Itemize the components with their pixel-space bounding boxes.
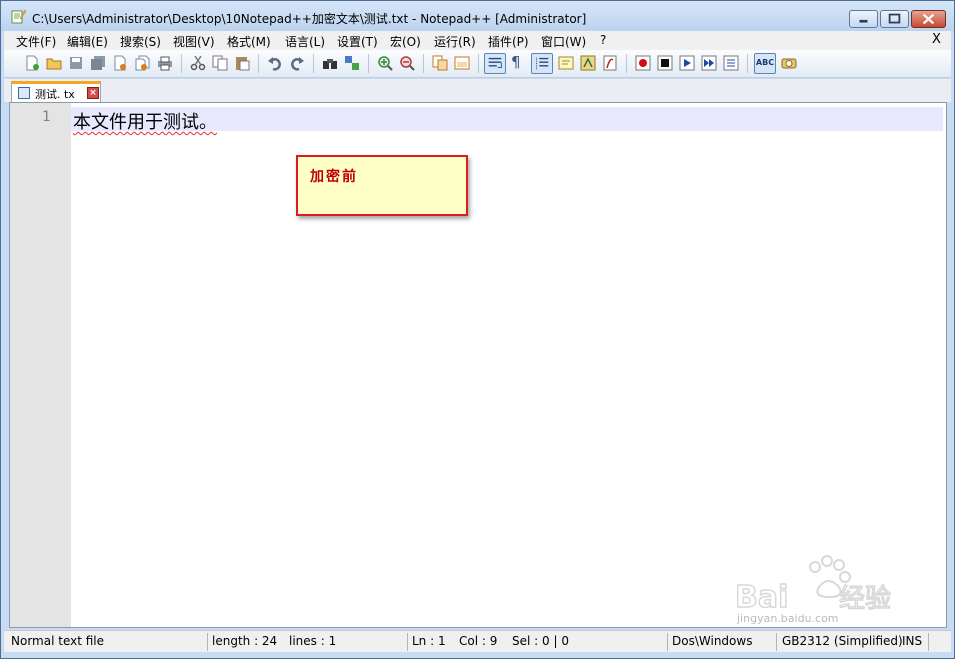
- menu-view[interactable]: 视图(V): [173, 33, 215, 50]
- open-file-icon[interactable]: [46, 55, 62, 71]
- menu-file[interactable]: 文件(F): [16, 33, 56, 50]
- close-icon: [922, 13, 935, 25]
- status-encoding[interactable]: GB2312 (Simplified): [782, 634, 903, 648]
- status-separator: [207, 633, 208, 651]
- save-icon[interactable]: [68, 55, 84, 71]
- status-file-type: Normal text file: [11, 634, 105, 648]
- watermark-url: jingyan.baidu.com: [737, 612, 839, 625]
- toolbar-separator: [626, 54, 627, 73]
- menu-bar: 文件(F) 编辑(E) 搜索(S) 视图(V) 格式(M) 语言(L) 设置(T…: [4, 31, 951, 50]
- maximize-icon: [888, 13, 901, 24]
- toolbar-separator: [258, 54, 259, 73]
- toolbar-separator: [423, 54, 424, 73]
- notepad-plus-plus-app-icon[interactable]: [10, 8, 26, 24]
- menu-language[interactable]: 语言(L): [285, 33, 325, 50]
- macro-stop-icon[interactable]: [657, 55, 673, 71]
- editor-text-line[interactable]: 本文件用于测试。: [73, 108, 217, 134]
- close-tab-icon[interactable]: ×: [87, 87, 99, 99]
- print-icon[interactable]: [157, 55, 173, 71]
- copy-icon[interactable]: [212, 55, 228, 71]
- macro-play-icon[interactable]: [679, 55, 695, 71]
- redo-icon[interactable]: [289, 55, 305, 71]
- status-length: length : 24: [212, 634, 278, 648]
- maximize-button[interactable]: [880, 10, 909, 28]
- doc-map-icon[interactable]: [580, 55, 596, 71]
- menu-run[interactable]: 运行(R): [434, 33, 476, 50]
- menu-plugins[interactable]: 插件(P): [488, 33, 529, 50]
- annotation-callout: 加密前: [296, 155, 468, 216]
- menu-macro[interactable]: 宏(O): [390, 33, 421, 50]
- status-eol-format[interactable]: Dos\Windows: [672, 634, 752, 648]
- minimize-icon: [859, 19, 868, 23]
- status-lines: lines : 1: [289, 634, 337, 648]
- toolbar-separator: [747, 54, 748, 73]
- editor-area[interactable]: 1 本文件用于测试。: [9, 102, 947, 628]
- toolbar-separator: [181, 54, 182, 73]
- menu-settings[interactable]: 设置(T): [337, 33, 378, 50]
- minimize-button[interactable]: [849, 10, 878, 28]
- menu-format[interactable]: 格式(M): [227, 33, 271, 50]
- menu-edit[interactable]: 编辑(E): [67, 33, 108, 50]
- svg-text:Bai: Bai: [735, 580, 788, 615]
- indent-guide-icon[interactable]: [531, 53, 553, 74]
- line-number: 1: [42, 109, 51, 125]
- toolbar: ¶ ABC: [4, 50, 951, 78]
- close-window-button[interactable]: [911, 10, 946, 28]
- paste-icon[interactable]: [234, 55, 250, 71]
- find-icon[interactable]: [322, 55, 338, 71]
- status-separator: [928, 633, 929, 651]
- line-number-gutter: 1: [10, 103, 71, 627]
- tab-bar: 测试. tx ×: [4, 79, 951, 102]
- spell-check-icon[interactable]: ABC: [754, 53, 776, 74]
- cut-icon[interactable]: [190, 55, 206, 71]
- save-icon: [18, 87, 30, 99]
- status-bar: Normal text file length : 24 lines : 1 L…: [4, 630, 951, 652]
- close-all-icon[interactable]: [134, 55, 150, 71]
- toolbar-separator: [368, 54, 369, 73]
- menu-search[interactable]: 搜索(S): [120, 33, 161, 50]
- toolbar-separator: [478, 54, 479, 73]
- status-line-number: Ln : 1: [412, 634, 446, 648]
- new-file-icon[interactable]: [24, 55, 40, 71]
- word-wrap-icon[interactable]: [484, 53, 506, 74]
- status-separator: [776, 633, 777, 651]
- close-document-button[interactable]: X: [932, 32, 941, 47]
- macro-run-multiple-icon[interactable]: [701, 55, 717, 71]
- menu-help[interactable]: ?: [600, 33, 606, 47]
- application-window: C:\Users\Administrator\Desktop\10Notepad…: [0, 0, 955, 659]
- zoom-in-icon[interactable]: [377, 55, 393, 71]
- svg-text:经验: 经验: [839, 584, 891, 614]
- tab-document[interactable]: 测试. tx ×: [11, 81, 101, 102]
- sync-vertical-icon[interactable]: [432, 55, 448, 71]
- replace-icon[interactable]: [344, 55, 360, 71]
- zoom-out-icon[interactable]: [399, 55, 415, 71]
- menu-window[interactable]: 窗口(W): [541, 33, 586, 50]
- status-column: Col : 9: [459, 634, 498, 648]
- undo-icon[interactable]: [267, 55, 283, 71]
- launch-in-browser-icon[interactable]: [781, 55, 797, 71]
- status-separator: [667, 633, 668, 651]
- user-language-icon[interactable]: [558, 55, 574, 71]
- show-all-chars-icon[interactable]: ¶: [511, 53, 521, 71]
- window-title: C:\Users\Administrator\Desktop\10Notepad…: [32, 12, 587, 26]
- macro-record-icon[interactable]: [635, 55, 651, 71]
- annotation-text: 加密前: [310, 169, 358, 185]
- status-separator: [407, 633, 408, 651]
- toolbar-separator: [313, 54, 314, 73]
- close-icon[interactable]: [112, 55, 128, 71]
- status-insert-mode[interactable]: INS: [902, 634, 922, 648]
- sync-horizontal-icon[interactable]: [454, 55, 470, 71]
- save-all-icon[interactable]: [90, 55, 106, 71]
- title-bar[interactable]: C:\Users\Administrator\Desktop\10Notepad…: [1, 1, 954, 31]
- status-selection: Sel : 0 | 0: [512, 634, 569, 648]
- tab-label: 测试. tx: [35, 88, 75, 101]
- function-list-icon[interactable]: [602, 55, 618, 71]
- macro-save-icon[interactable]: [723, 55, 739, 71]
